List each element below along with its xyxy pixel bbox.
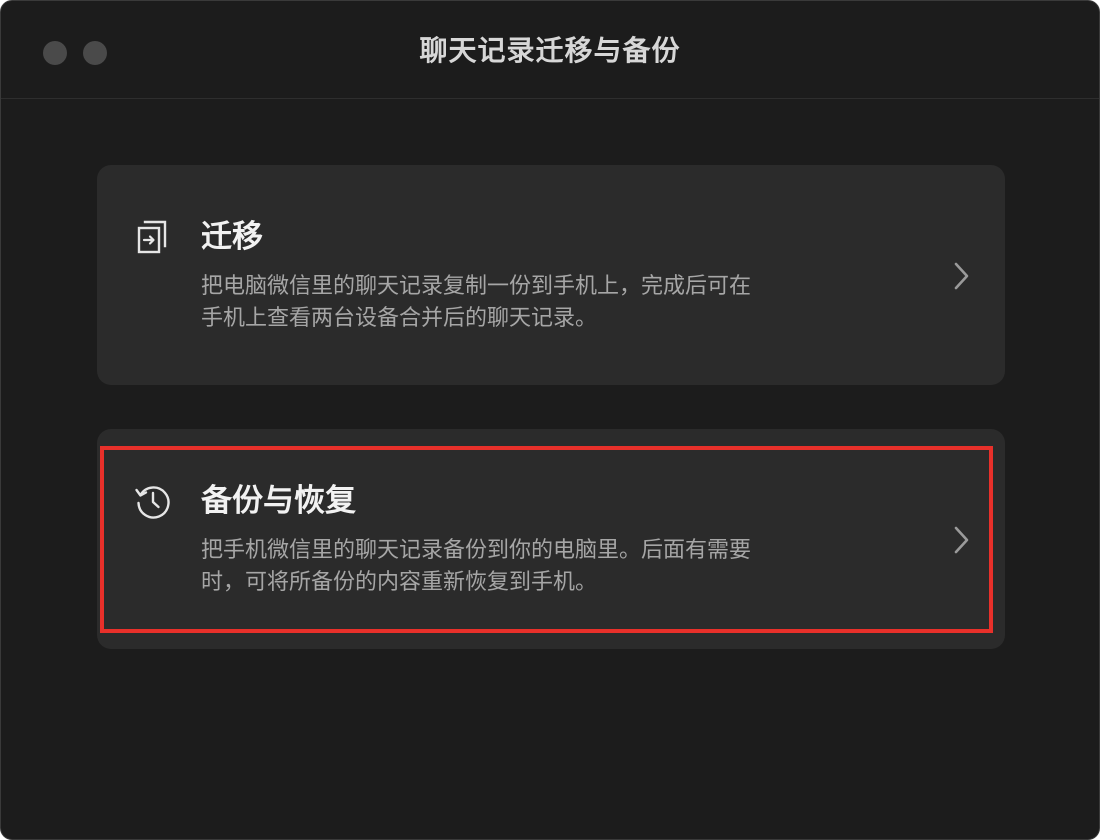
migrate-option-card[interactable]: 迁移 把电脑微信里的聊天记录复制一份到手机上，完成后可在 手机上查看两台设备合并…: [97, 165, 1005, 385]
app-window: 聊天记录迁移与备份 迁移 把电脑微信里的聊天记录复制一份到手机上，完成后可在 手…: [0, 0, 1100, 840]
window-title: 聊天记录迁移与备份: [419, 34, 681, 67]
history-clock-icon: [135, 486, 170, 519]
backup-restore-title: 备份与恢复: [201, 483, 356, 519]
migrate-description-line-1: 把电脑微信里的聊天记录复制一份到手机上，完成后可在: [201, 274, 752, 299]
migrate-description: 把电脑微信里的聊天记录复制一份到手机上，完成后可在 手机上查看两台设备合并后的聊…: [201, 271, 841, 335]
backup-restore-description-line-1: 把手机微信里的聊天记录备份到你的电脑里。后面有需要: [201, 538, 752, 563]
chevron-right-icon: [954, 262, 969, 290]
migrate-icon: [137, 220, 167, 254]
backup-restore-description-line-2: 时，可将所备份的内容重新恢复到手机。: [201, 570, 598, 595]
backup-restore-description: 把手机微信里的聊天记录备份到你的电脑里。后面有需要 时，可将所备份的内容重新恢复…: [201, 535, 841, 599]
migrate-description-line-2: 手机上查看两台设备合并后的聊天记录。: [201, 306, 598, 331]
backup-restore-option-card[interactable]: 备份与恢复 把手机微信里的聊天记录备份到你的电脑里。后面有需要 时，可将所备份的…: [97, 429, 1005, 649]
title-bar: 聊天记录迁移与备份: [1, 1, 1099, 99]
chevron-right-icon: [954, 526, 969, 554]
migrate-title: 迁移: [201, 219, 263, 255]
